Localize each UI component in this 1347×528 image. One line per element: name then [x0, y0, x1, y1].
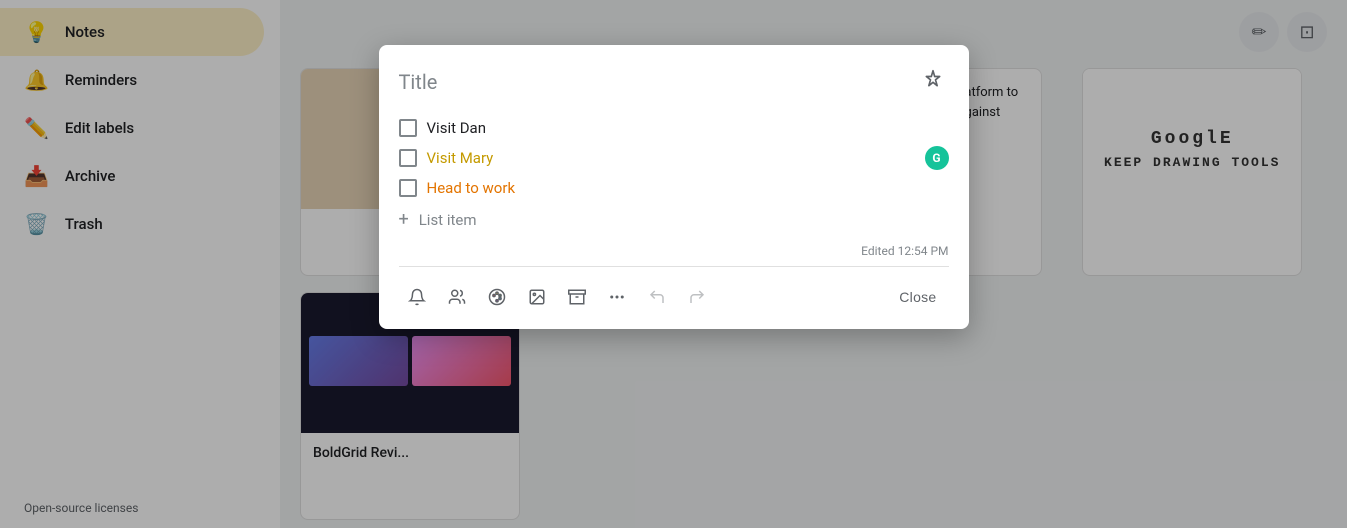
plus-icon: + [399, 209, 409, 230]
modal-footer: Close [379, 271, 969, 329]
undo-button[interactable] [639, 279, 675, 315]
modal-actions [399, 279, 715, 315]
item-text-1[interactable]: Visit Dan [427, 119, 487, 137]
note-modal: Title Visit Dan Visit Mary G Head to wor… [379, 45, 969, 329]
modal-header: Title [379, 45, 969, 109]
checkbox-1[interactable] [399, 119, 417, 137]
modal-close-button[interactable]: Close [887, 281, 948, 313]
checkbox-3[interactable] [399, 179, 417, 197]
edited-timestamp: Edited 12:54 PM [379, 244, 969, 262]
item-text-3[interactable]: Head to work [427, 179, 516, 197]
list-item: Head to work [399, 173, 949, 203]
list-item: Visit Dan [399, 113, 949, 143]
grammarly-icon: G [925, 146, 949, 170]
image-button[interactable] [519, 279, 555, 315]
modal-divider [399, 266, 949, 267]
color-palette-button[interactable] [479, 279, 515, 315]
modal-checklist: Visit Dan Visit Mary G Head to work + Li… [379, 109, 969, 244]
add-item-row[interactable]: + List item [399, 203, 949, 236]
add-item-label: List item [419, 211, 477, 229]
checkbox-2[interactable] [399, 149, 417, 167]
modal-pin-button[interactable] [917, 63, 949, 101]
item-text-2[interactable]: Visit Mary [427, 149, 494, 167]
remind-button[interactable] [399, 279, 435, 315]
archive-note-button[interactable] [559, 279, 595, 315]
list-item: Visit Mary G [399, 143, 949, 173]
collaborator-button[interactable] [439, 279, 475, 315]
modal-title[interactable]: Title [399, 70, 438, 94]
redo-button[interactable] [679, 279, 715, 315]
more-options-button[interactable] [599, 279, 635, 315]
